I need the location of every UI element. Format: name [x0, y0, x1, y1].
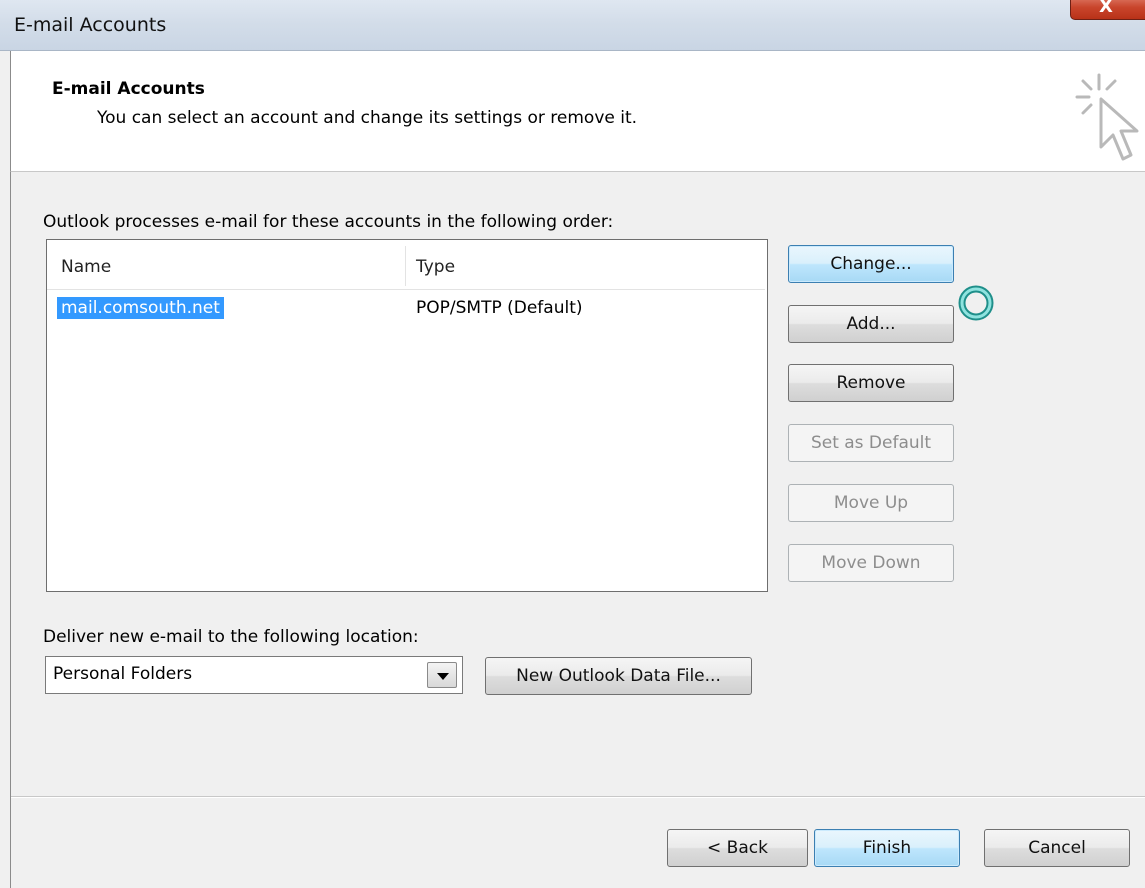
close-button[interactable]: X: [1070, 0, 1145, 20]
move-up-button[interactable]: Move Up: [788, 484, 954, 522]
wizard-cursor-icon: [1075, 73, 1139, 161]
column-header-type[interactable]: Type: [416, 257, 455, 277]
window-title: E-mail Accounts: [14, 14, 167, 36]
account-name[interactable]: mail.comsouth.net: [57, 297, 224, 319]
accounts-order-label: Outlook processes e-mail for these accou…: [43, 212, 614, 232]
delivery-location-value: Personal Folders: [53, 664, 193, 684]
cancel-button[interactable]: Cancel: [984, 829, 1130, 867]
close-icon: X: [1099, 0, 1113, 17]
finish-button[interactable]: Finish: [814, 829, 960, 867]
change-button[interactable]: Change...: [788, 245, 954, 283]
list-header: Name Type: [47, 240, 765, 290]
account-type: POP/SMTP (Default): [416, 298, 583, 318]
add-button[interactable]: Add...: [788, 305, 954, 343]
back-button[interactable]: < Back: [667, 829, 808, 867]
header-title: E-mail Accounts: [52, 79, 205, 99]
deliver-location-label: Deliver new e-mail to the following loca…: [43, 627, 419, 647]
delivery-location-dropdown[interactable]: Personal Folders: [45, 656, 463, 694]
set-default-button[interactable]: Set as Default: [788, 424, 954, 462]
new-data-file-button[interactable]: New Outlook Data File...: [485, 657, 752, 695]
accounts-list[interactable]: Name Type mail.comsouth.net POP/SMTP (De…: [46, 239, 768, 592]
wizard-header: E-mail Accounts You can select an accoun…: [10, 51, 1145, 172]
move-down-button[interactable]: Move Down: [788, 544, 954, 582]
footer-divider: [11, 796, 1145, 798]
chevron-down-icon: [437, 673, 449, 680]
header-subtitle: You can select an account and change its…: [97, 108, 638, 128]
column-header-name[interactable]: Name: [61, 257, 111, 277]
busy-cursor-icon: [958, 285, 994, 321]
title-bar: E-mail Accounts X: [0, 0, 1145, 51]
remove-button[interactable]: Remove: [788, 364, 954, 402]
email-accounts-dialog: E-mail Accounts X E-mail Accounts You ca…: [0, 0, 1145, 888]
column-separator[interactable]: [405, 246, 406, 286]
dropdown-button[interactable]: [427, 662, 457, 688]
